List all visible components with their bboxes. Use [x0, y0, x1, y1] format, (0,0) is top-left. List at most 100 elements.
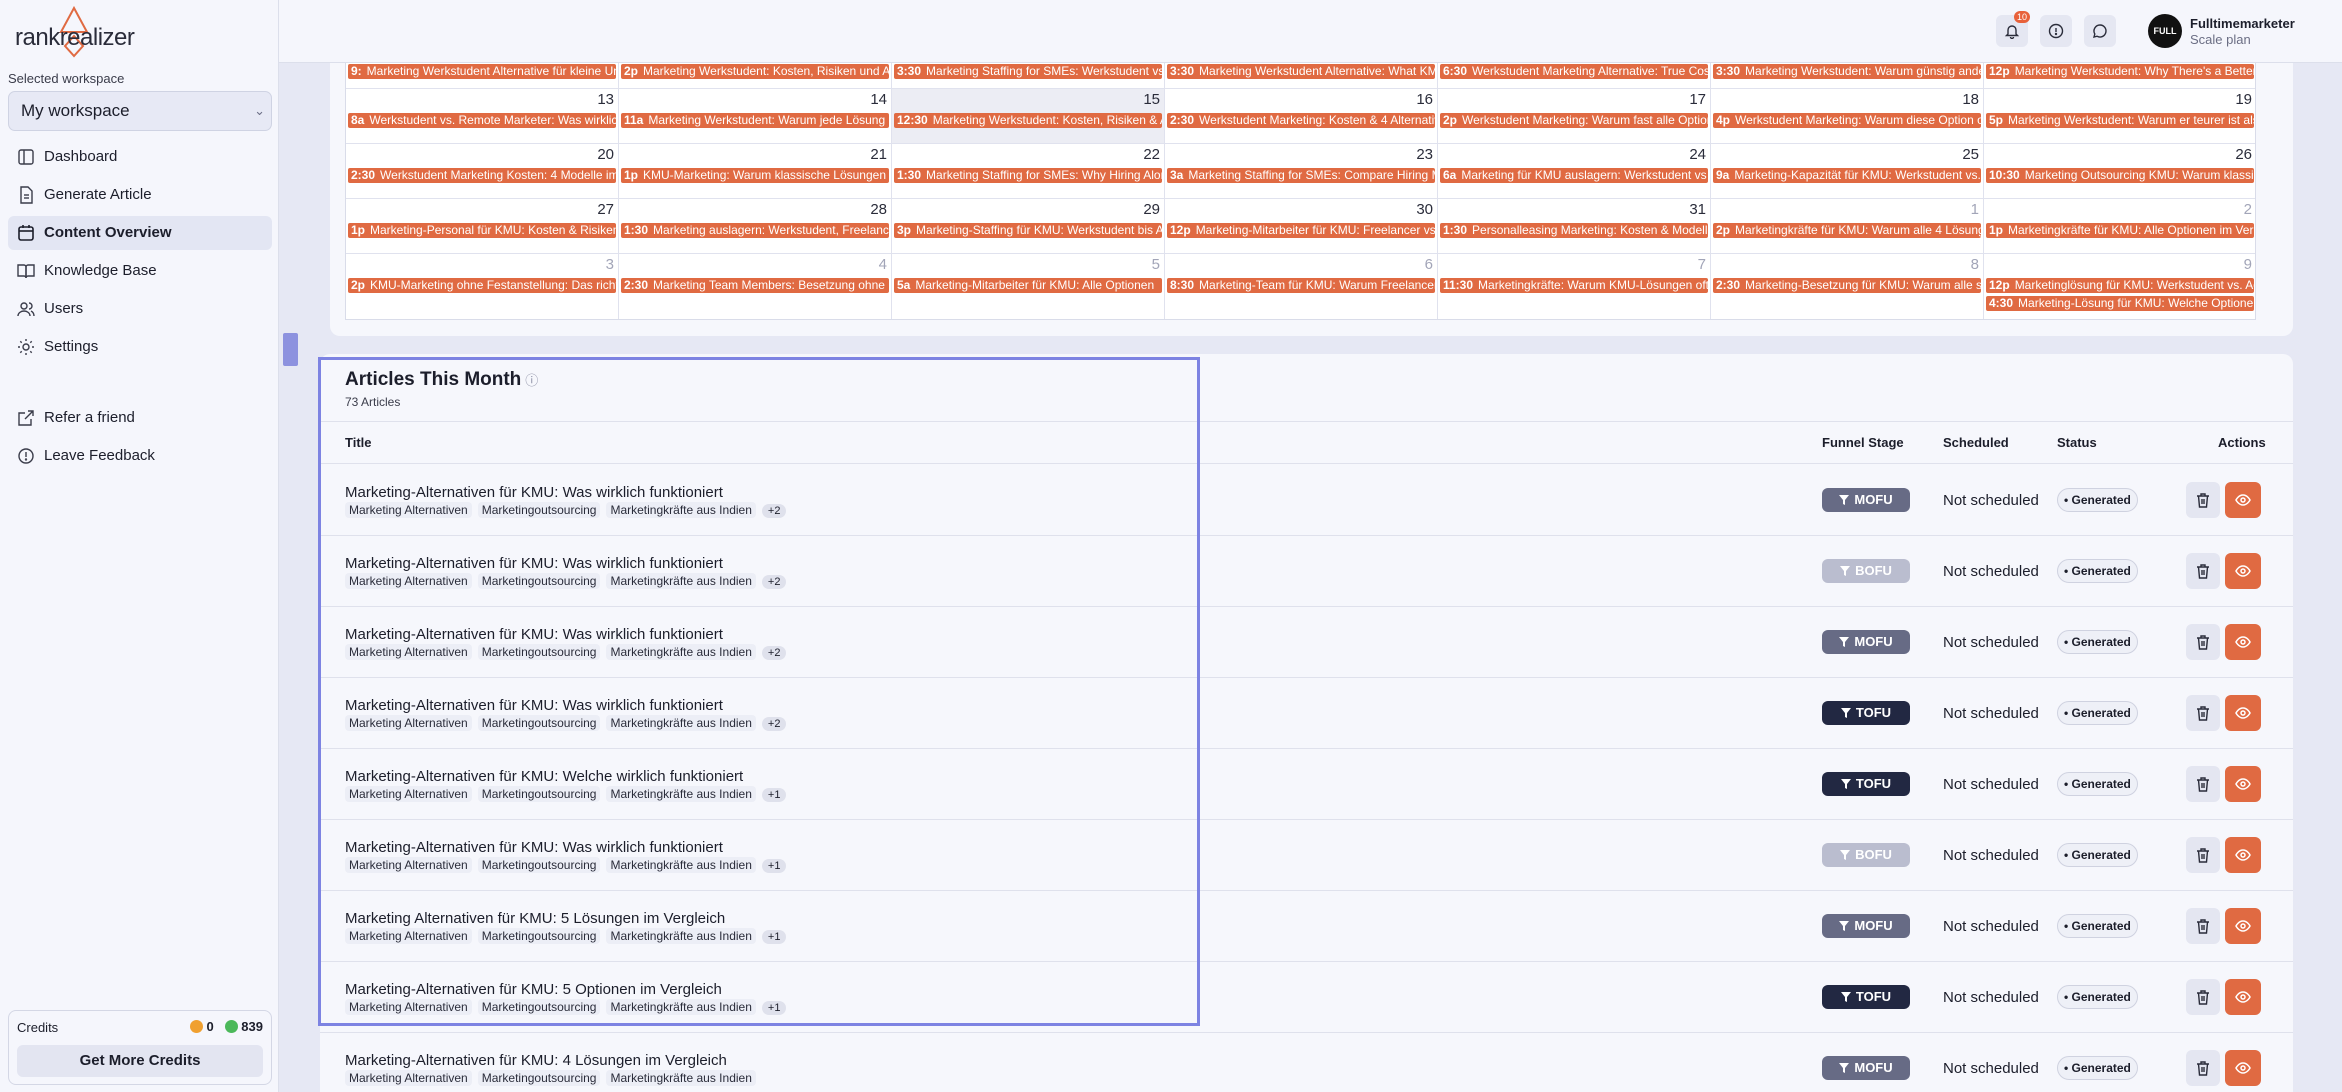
article-title[interactable]: Marketing-Alternativen für KMU: 5 Option…: [345, 981, 722, 998]
calendar-event[interactable]: 3:30 Marketing Staffing for SMEs: Werkstu…: [894, 64, 1162, 79]
calendar-day-cell[interactable]: 9: Marketing Werkstudent Alternative für …: [346, 63, 619, 89]
calendar-day-cell[interactable]: 3:30 Marketing Werkstudent Alternative: W…: [1165, 63, 1438, 89]
delete-button[interactable]: [2186, 553, 2220, 589]
view-button[interactable]: [2225, 908, 2261, 944]
article-title[interactable]: Marketing Alternativen für KMU: 5 Lösung…: [345, 910, 725, 927]
notifications-button[interactable]: 10: [1996, 11, 2030, 47]
help-button[interactable]: [2040, 15, 2072, 47]
calendar-day-cell[interactable]: 31 1:30 Personalleasing Marketing: Kosten …: [1438, 199, 1711, 254]
nav-content-overview[interactable]: Content Overview: [8, 216, 272, 250]
calendar-event[interactable]: 12p Marketinglösung für KMU: Werkstudent …: [1986, 278, 2254, 293]
calendar-day-cell[interactable]: 21 1p KMU-Marketing: Warum klassische Lösu…: [619, 144, 892, 199]
article-title[interactable]: Marketing-Alternativen für KMU: Was wirk…: [345, 626, 723, 643]
calendar-event[interactable]: 3p Marketing-Staffing für KMU: Werkstuden…: [894, 223, 1162, 238]
calendar-day-cell[interactable]: 27 1p Marketing-Personal für KMU: Kosten &…: [346, 199, 619, 254]
calendar-day-cell[interactable]: 6:30 Werkstudent Marketing Alternative: T…: [1438, 63, 1711, 89]
calendar-day-cell[interactable]: 26 10:30 Marketing Outsourcing KMU: Warum …: [1984, 144, 2255, 199]
calendar-event[interactable]: 2p KMU-Marketing ohne Festanstellung: Das…: [348, 278, 616, 293]
article-title[interactable]: Marketing-Alternativen für KMU: Welche w…: [345, 768, 743, 785]
messages-button[interactable]: [2084, 15, 2116, 47]
nav-users[interactable]: Users: [8, 292, 272, 326]
calendar-event[interactable]: 4:30 Marketing-Lösung für KMU: Welche Opt…: [1986, 296, 2254, 311]
calendar-day-cell[interactable]: 20 2:30 Werkstudent Marketing Kosten: 4 Mo…: [346, 144, 619, 199]
delete-button[interactable]: [2186, 837, 2220, 873]
calendar-event[interactable]: 1p Marketingkräfte für KMU: Alle Optionen…: [1986, 223, 2254, 238]
calendar-event[interactable]: 9a Marketing-Kapazität für KMU: Werkstude…: [1713, 168, 1981, 183]
calendar-day-cell[interactable]: 9 12p Marketinglösung für KMU: Werkstudent…: [1984, 254, 2255, 319]
calendar-event[interactable]: 1:30 Marketing auslagern: Werkstudent, Fr…: [621, 223, 889, 238]
calendar-day-cell[interactable]: 5 5a Marketing-Mitarbeiter für KMU: Alle O…: [892, 254, 1165, 319]
calendar-day-cell[interactable]: 3 2p KMU-Marketing ohne Festanstellung: Da…: [346, 254, 619, 319]
app-logo[interactable]: rankrealizer: [15, 6, 155, 58]
calendar-event[interactable]: 11a Marketing Werkstudent: Warum jede Lös…: [621, 113, 889, 128]
info-icon[interactable]: ⓘ: [525, 373, 538, 388]
delete-button[interactable]: [2186, 1050, 2220, 1086]
calendar-day-cell[interactable]: 14 11a Marketing Werkstudent: Warum jede L…: [619, 89, 892, 144]
avatar[interactable]: FULL: [2148, 14, 2182, 48]
calendar-day-cell[interactable]: 15 12:30 Marketing Werkstudent: Kosten, Ri…: [892, 89, 1165, 144]
workspace-select[interactable]: My workspace ⌄: [8, 91, 272, 131]
article-title[interactable]: Marketing-Alternativen für KMU: 4 Lösung…: [345, 1052, 727, 1069]
calendar-day-cell[interactable]: 8 2:30 Marketing-Besetzung für KMU: Warum …: [1711, 254, 1984, 319]
view-button[interactable]: [2225, 837, 2261, 873]
calendar-event[interactable]: 6:30 Werkstudent Marketing Alternative: T…: [1440, 64, 1708, 79]
nav-leave-feedback[interactable]: Leave Feedback: [8, 439, 272, 473]
calendar-event[interactable]: 5a Marketing-Mitarbeiter für KMU: Alle Op…: [894, 278, 1162, 293]
calendar-event[interactable]: 3:30 Marketing Werkstudent: Warum günstig…: [1713, 64, 1981, 79]
calendar-day-cell[interactable]: 2p Marketing Werkstudent: Kosten, Risiken…: [619, 63, 892, 89]
calendar-day-cell[interactable]: 24 6a Marketing für KMU auslagern: Werkstu…: [1438, 144, 1711, 199]
calendar-event[interactable]: 6a Marketing für KMU auslagern: Werkstude…: [1440, 168, 1708, 183]
nav-dashboard[interactable]: Dashboard: [8, 140, 272, 174]
calendar-day-cell[interactable]: 23 3a Marketing Staffing for SMEs: Compare…: [1165, 144, 1438, 199]
delete-button[interactable]: [2186, 908, 2220, 944]
calendar-day-cell[interactable]: 3:30 Marketing Werkstudent: Warum günstig…: [1711, 63, 1984, 89]
scroll-indicator[interactable]: [283, 333, 298, 366]
calendar-day-cell[interactable]: 4 2:30 Marketing Team Members: Besetzung o…: [619, 254, 892, 319]
calendar-day-cell[interactable]: 28 1:30 Marketing auslagern: Werkstudent, …: [619, 199, 892, 254]
calendar-event[interactable]: 1p Marketing-Personal für KMU: Kosten & R…: [348, 223, 616, 238]
calendar-event[interactable]: 2p Marketing Werkstudent: Kosten, Risiken…: [621, 64, 889, 79]
nav-knowledge-base[interactable]: Knowledge Base: [8, 254, 272, 288]
calendar-event[interactable]: 12p Marketing Werkstudent: Why There's a …: [1986, 64, 2254, 79]
calendar-day-cell[interactable]: 12p Marketing Werkstudent: Why There's a …: [1984, 63, 2255, 89]
more-tags-badge[interactable]: +2: [761, 575, 787, 589]
article-title[interactable]: Marketing-Alternativen für KMU: Was wirk…: [345, 484, 723, 501]
calendar-day-cell[interactable]: 16 2:30 Werkstudent Marketing: Kosten & 4 …: [1165, 89, 1438, 144]
calendar-event[interactable]: 12p Marketing-Mitarbeiter für KMU: Freela…: [1167, 223, 1435, 238]
calendar-day-cell[interactable]: 2 1p Marketingkräfte für KMU: Alle Optione…: [1984, 199, 2255, 254]
view-button[interactable]: [2225, 482, 2261, 518]
article-title[interactable]: Marketing-Alternativen für KMU: Was wirk…: [345, 839, 723, 856]
view-button[interactable]: [2225, 1050, 2261, 1086]
more-tags-badge[interactable]: +2: [761, 504, 787, 518]
nav-refer-friend[interactable]: Refer a friend: [8, 401, 272, 435]
calendar-day-cell[interactable]: 25 9a Marketing-Kapazität für KMU: Werkstu…: [1711, 144, 1984, 199]
calendar-event[interactable]: 4p Werkstudent Marketing: Warum diese Opt…: [1713, 113, 1981, 128]
view-button[interactable]: [2225, 695, 2261, 731]
view-button[interactable]: [2225, 624, 2261, 660]
calendar-day-cell[interactable]: 29 3p Marketing-Staffing für KMU: Werkstud…: [892, 199, 1165, 254]
table-row[interactable]: Marketing-Alternativen für KMU: 5 Option…: [320, 962, 2293, 1033]
calendar-day-cell[interactable]: 18 4p Werkstudent Marketing: Warum diese O…: [1711, 89, 1984, 144]
nav-generate-article[interactable]: Generate Article: [8, 178, 272, 212]
calendar-day-cell[interactable]: 22 1:30 Marketing Staffing for SMEs: Why H…: [892, 144, 1165, 199]
more-tags-badge[interactable]: +2: [761, 646, 787, 660]
calendar-event[interactable]: 1p KMU-Marketing: Warum klassische Lösung…: [621, 168, 889, 183]
table-row[interactable]: Marketing-Alternativen für KMU: Welche w…: [320, 749, 2293, 820]
view-button[interactable]: [2225, 766, 2261, 802]
calendar-event[interactable]: 3:30 Marketing Werkstudent Alternative: W…: [1167, 64, 1435, 79]
column-title[interactable]: Title: [345, 435, 372, 450]
get-more-credits-button[interactable]: Get More Credits: [17, 1045, 263, 1077]
calendar-event[interactable]: 5p Marketing Werkstudent: Warum er teurer…: [1986, 113, 2254, 128]
column-status[interactable]: Status: [2057, 435, 2097, 450]
table-row[interactable]: Marketing-Alternativen für KMU: 4 Lösung…: [320, 1033, 2293, 1092]
table-row[interactable]: Marketing-Alternativen für KMU: Was wirk…: [320, 820, 2293, 891]
calendar-event[interactable]: 2p Marketingkräfte für KMU: Warum alle 4 …: [1713, 223, 1981, 238]
calendar-event[interactable]: 12:30 Marketing Werkstudent: Kosten, Risi…: [894, 113, 1162, 128]
calendar-day-cell[interactable]: 7 11:30 Marketingkräfte: Warum KMU-Lösunge…: [1438, 254, 1711, 319]
table-row[interactable]: Marketing-Alternativen für KMU: Was wirk…: [320, 607, 2293, 678]
calendar-event[interactable]: 2:30 Werkstudent Marketing: Kosten & 4 Al…: [1167, 113, 1435, 128]
calendar-event[interactable]: 1:30 Marketing Staffing for SMEs: Why Hir…: [894, 168, 1162, 183]
calendar-event[interactable]: 2p Werkstudent Marketing: Warum fast alle…: [1440, 113, 1708, 128]
article-title[interactable]: Marketing-Alternativen für KMU: Was wirk…: [345, 697, 723, 714]
calendar-day-cell[interactable]: 17 2p Werkstudent Marketing: Warum fast al…: [1438, 89, 1711, 144]
